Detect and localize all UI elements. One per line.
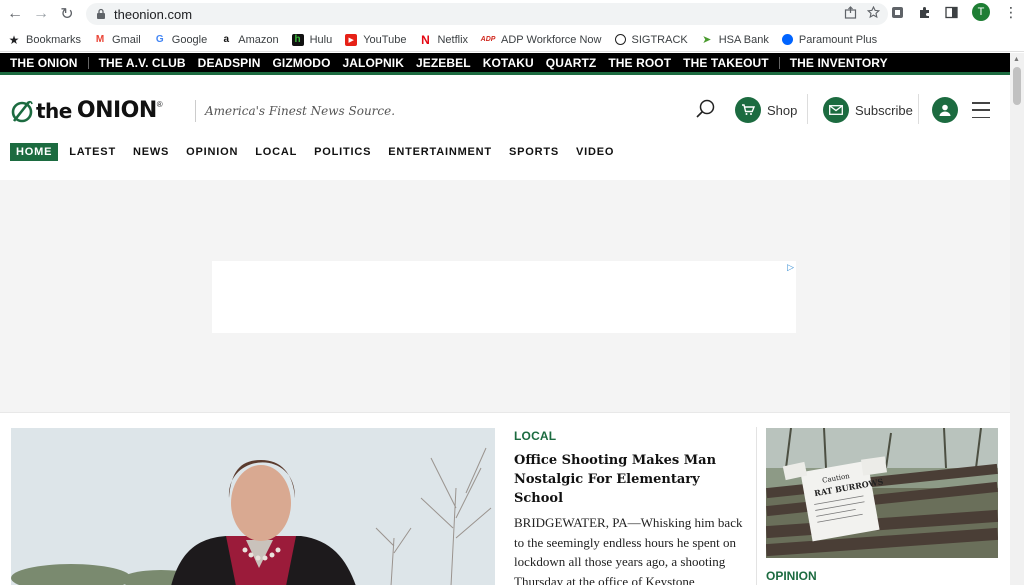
gmail-icon: M [95, 34, 105, 45]
bookmark-item[interactable]: M Gmail [94, 34, 141, 46]
back-icon[interactable]: ← [4, 3, 26, 25]
ad-choices-icon[interactable]: ▷ [787, 262, 794, 273]
mail-icon [823, 97, 849, 123]
bookmark-item[interactable]: G Google [154, 34, 207, 46]
main-content: LOCAL Office Shooting Makes Man Nostalgi… [0, 412, 1010, 585]
bookmark-item[interactable]: h Hulu [291, 33, 332, 46]
sidebar-story-kicker[interactable]: OPINION [766, 569, 817, 583]
forward-icon[interactable]: → [30, 3, 52, 25]
ad-banner[interactable]: ▷ [212, 261, 796, 333]
paramount-icon [781, 34, 793, 45]
story-dek: BRIDGEWATER, PA—Whisking him back to the… [514, 515, 743, 585]
network-link[interactable]: THE A.V. CLUB [93, 56, 192, 70]
address-bar[interactable]: theonion.com [86, 3, 888, 25]
amazon-icon: a [223, 34, 230, 45]
network-link[interactable]: THE TAKEOUT [677, 56, 775, 70]
featured-story[interactable]: LOCAL Office Shooting Makes Man Nostalgi… [514, 429, 744, 585]
bookmark-item[interactable]: Paramount Plus [781, 34, 877, 46]
shop-label: Shop [767, 102, 798, 118]
subscribe-label: Subscribe [855, 102, 913, 118]
side-panel-icon[interactable] [945, 6, 958, 19]
network-link[interactable]: THE INVENTORY [784, 56, 894, 70]
logo-word-onion: ONION [76, 98, 157, 123]
puzzle-icon[interactable] [918, 6, 931, 19]
section-nav: HOME LATEST NEWS OPINION LOCAL POLITICS … [10, 143, 625, 161]
network-link[interactable]: QUARTZ [540, 56, 603, 70]
lock-icon [97, 8, 105, 19]
network-link[interactable]: KOTAKU [477, 56, 540, 70]
youtube-icon: ▶ [345, 33, 358, 46]
hulu-icon: h [291, 33, 304, 46]
section-tab-video[interactable]: VIDEO [570, 143, 620, 161]
ad-region: ▷ [0, 180, 1010, 412]
park-bench-photo: Caution RAT BURROWS [766, 428, 998, 558]
network-link[interactable]: GIZMODO [266, 56, 336, 70]
bookmarks-bar: ★ Bookmarks M Gmail G Google a Amazon h Hulu … [0, 28, 1024, 52]
network-link[interactable]: DEADSPIN [192, 56, 267, 70]
scroll-up-icon[interactable]: ▲ [1013, 56, 1020, 63]
bookmark-item[interactable]: SIGTRACK [614, 34, 688, 46]
divider [756, 427, 757, 585]
adp-icon: ADP [480, 36, 496, 43]
sidebar-story-image[interactable]: Caution RAT BURROWS [766, 428, 998, 558]
registered-mark: ® [156, 100, 163, 109]
menu-kebab-icon[interactable]: ⋮ [1004, 5, 1018, 19]
site-header: the ONION ® America's Finest News Source… [0, 78, 1010, 180]
divider [778, 56, 780, 69]
story-headline[interactable]: Office Shooting Makes Man Nostalgic For … [514, 451, 744, 508]
account-button[interactable] [932, 97, 958, 123]
share-icon[interactable] [844, 6, 857, 19]
section-tab-sports[interactable]: SPORTS [503, 143, 565, 161]
reload-icon[interactable]: ↻ [56, 3, 78, 25]
section-tab-news[interactable]: NEWS [127, 143, 175, 161]
bookmark-item[interactable]: ★ Bookmarks [8, 32, 81, 47]
hamburger-menu-icon[interactable] [972, 102, 990, 118]
network-link[interactable]: THE ONION [4, 56, 84, 70]
onion-logo[interactable]: the ONION ® [10, 98, 163, 123]
cart-icon [735, 97, 761, 123]
network-link[interactable]: THE ROOT [602, 56, 677, 70]
hero-image[interactable] [11, 428, 495, 585]
story-kicker[interactable]: LOCAL [514, 429, 744, 443]
logo-word-the: the [36, 98, 72, 123]
bookmark-star-icon[interactable] [867, 6, 880, 19]
section-tab-local[interactable]: LOCAL [249, 143, 303, 161]
browser-toolbar: ← → ↻ theonion.com T ⋮ [0, 0, 1024, 28]
extension-icon[interactable] [891, 6, 904, 19]
network-nav: THE ONION THE A.V. CLUB DEADSPIN GIZMODO… [0, 53, 1010, 75]
google-icon: G [155, 34, 164, 45]
network-link[interactable]: JEZEBEL [410, 56, 477, 70]
network-link[interactable]: JALOPNIK [337, 56, 410, 70]
bookmark-item[interactable]: a Amazon [220, 34, 278, 46]
search-icon[interactable] [694, 98, 716, 120]
shop-button[interactable]: Shop [735, 97, 797, 123]
user-icon [932, 97, 958, 123]
hero-photo [11, 428, 495, 585]
section-tab-opinion[interactable]: OPINION [180, 143, 244, 161]
netflix-icon: N [421, 32, 430, 47]
star-icon: ★ [8, 32, 20, 47]
divider [807, 94, 808, 124]
page-scrollbar[interactable]: ▲ [1010, 53, 1024, 585]
bookmark-item[interactable]: ➤ HSA Bank [701, 34, 769, 47]
section-tab-home[interactable]: HOME [10, 143, 59, 161]
divider [918, 94, 919, 124]
section-tab-politics[interactable]: POLITICS [308, 143, 377, 161]
subscribe-button[interactable]: Subscribe [823, 97, 913, 123]
section-tab-latest[interactable]: LATEST [63, 143, 122, 161]
bookmark-item[interactable]: ▶ YouTube [345, 33, 406, 46]
onion-logo-icon [11, 100, 33, 122]
hsa-bank-icon: ➤ [702, 34, 712, 46]
sigtrack-icon [614, 34, 626, 45]
scroll-thumb[interactable] [1013, 67, 1021, 105]
profile-avatar[interactable]: T [972, 3, 990, 21]
bookmark-item[interactable]: ADP ADP Workforce Now [480, 34, 602, 46]
section-tab-entertainment[interactable]: ENTERTAINMENT [382, 143, 498, 161]
divider [87, 56, 89, 69]
url-text: theonion.com [114, 6, 193, 22]
bookmark-item[interactable]: N Netflix [419, 32, 468, 47]
tagline: America's Finest News Source. [195, 100, 395, 122]
